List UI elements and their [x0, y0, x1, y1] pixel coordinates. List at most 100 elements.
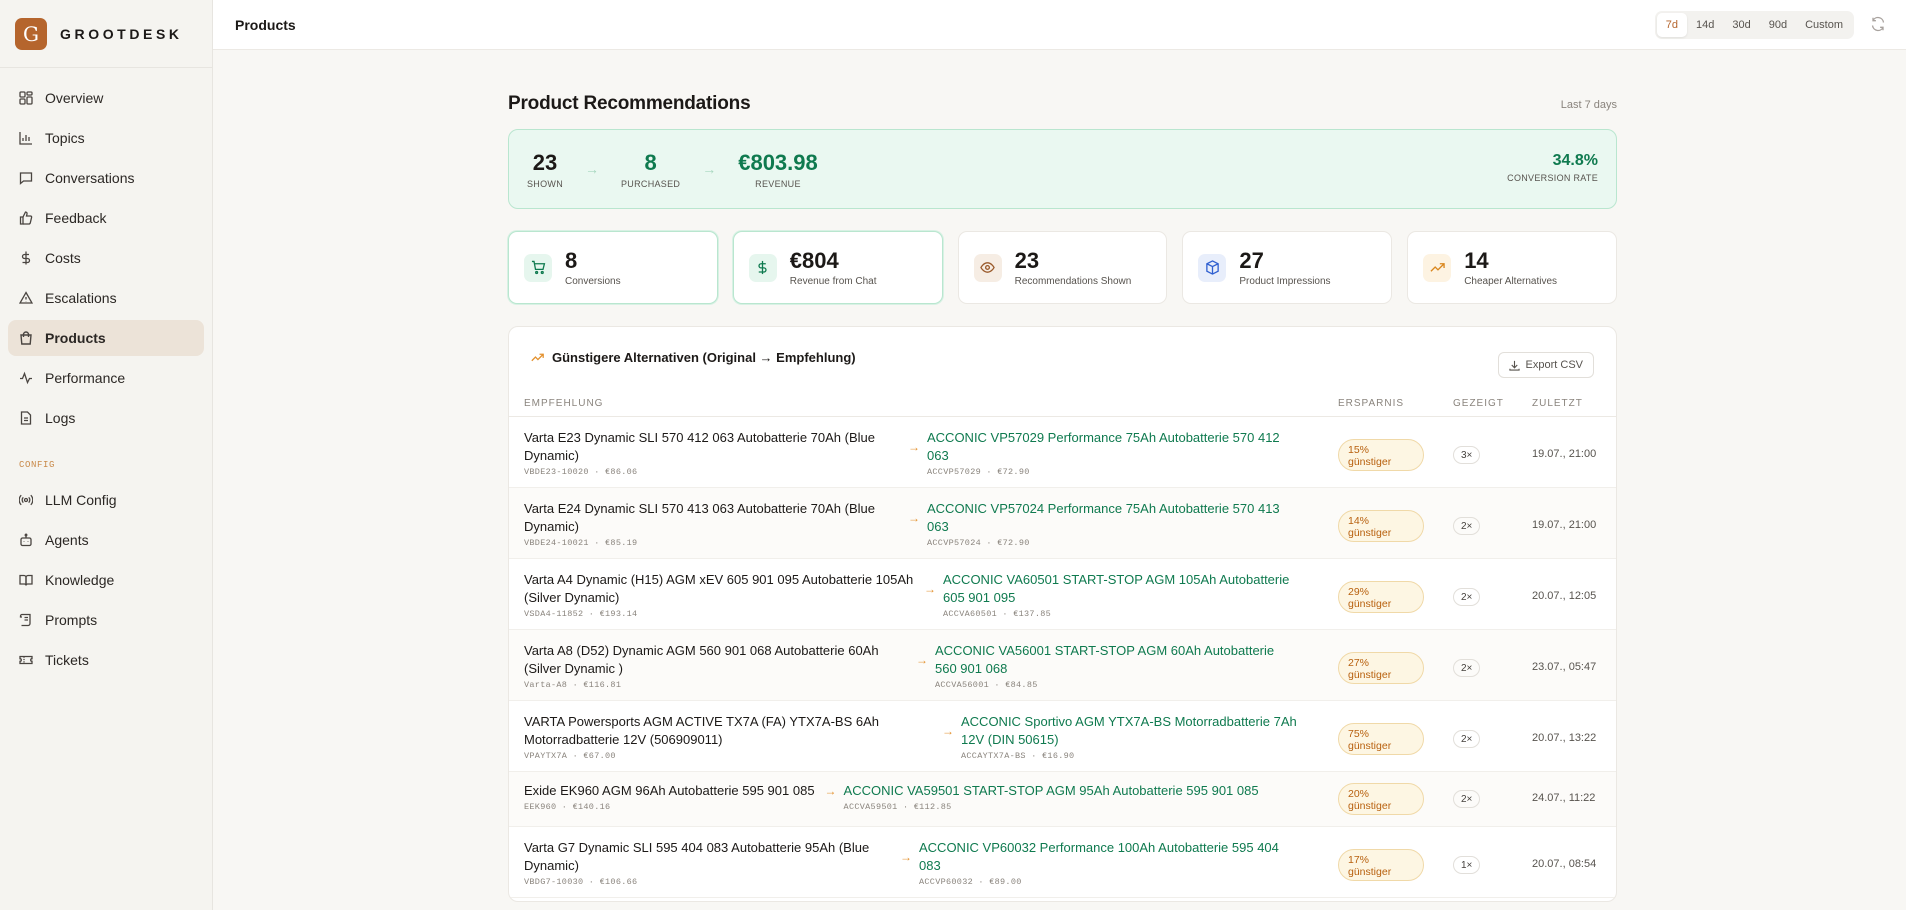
last-shown: 20.07., 08:54 [1532, 858, 1597, 870]
brand-name: GROOTDESK [60, 25, 183, 42]
sidebar-item-prompts[interactable]: Prompts [8, 602, 204, 638]
sidebar-item-overview[interactable]: Overview [8, 80, 204, 116]
table-row[interactable]: VARTA Powersports AGM ACTIVE TX7A (FA) Y… [509, 701, 1616, 772]
sidebar-item-label: Conversations [45, 170, 135, 186]
card-header: Günstigere Alternativen (Original → Empf… [509, 327, 1616, 387]
recommended-name[interactable]: ACCONIC VA56001 START-STOP AGM 60Ah Auto… [935, 642, 1295, 678]
range-7d-button[interactable]: 7d [1656, 13, 1688, 37]
table-row[interactable]: Varta A8 (D52) Dynamic AGM 560 901 068 A… [509, 630, 1616, 701]
arrow-right-icon: → [916, 653, 928, 667]
original-product: Varta A4 Dynamic (H15) AGM xEV 605 901 0… [524, 571, 914, 619]
sidebar-item-llm-config[interactable]: LLM Config [8, 482, 204, 518]
recommended-name[interactable]: ACCONIC VP60032 Performance 100Ah Autoba… [919, 839, 1294, 875]
bag-icon [19, 331, 33, 345]
nav-section-config: CONFIG [19, 460, 56, 470]
savings-badge: 17% günstiger [1338, 849, 1424, 881]
dollar-icon [748, 253, 777, 282]
savings-word: günstiger [1348, 598, 1392, 610]
savings-badge: 29% günstiger [1338, 581, 1424, 613]
original-product: VARTA Powersports AGM ACTIVE TX7A (FA) Y… [524, 713, 932, 761]
sidebar-item-label: Knowledge [45, 572, 115, 588]
table-row[interactable]: Varta E24 Dynamic SLI 570 413 063 Autoba… [509, 488, 1616, 559]
sidebar-item-escalations[interactable]: Escalations [8, 280, 204, 316]
range-90d-button[interactable]: 90d [1760, 13, 1796, 37]
conversion-rate-label: CONVERSION RATE [1507, 173, 1598, 183]
shown-count: 2× [1453, 517, 1481, 535]
kpi-label: Cheaper Alternatives [1464, 275, 1558, 287]
recommended-name[interactable]: ACCONIC VP57024 Performance 75Ah Autobat… [927, 500, 1287, 536]
column-header[interactable]: ZULETZT [1532, 398, 1583, 409]
sidebar-item-performance[interactable]: Performance [8, 360, 204, 396]
recommended-product: ACCONIC VP57024 Performance 75Ah Autobat… [927, 500, 1287, 548]
main-content: Product Recommendations Last 7 days 23 S… [508, 50, 1617, 902]
trend-icon [531, 351, 544, 364]
savings-percent: 15% [1348, 444, 1370, 456]
range-custom-button[interactable]: Custom [1796, 13, 1852, 37]
original-product: Varta E24 Dynamic SLI 570 413 063 Autoba… [524, 500, 898, 548]
scroll-icon [19, 613, 33, 627]
funnel-purchased-label: PURCHASED [621, 178, 681, 189]
last-shown: 20.07., 12:05 [1532, 590, 1597, 602]
range-30d-button[interactable]: 30d [1723, 13, 1759, 37]
recommended-name[interactable]: ACCONIC Sportivo AGM YTX7A-BS Motorradba… [961, 713, 1301, 749]
kpi-label: Product Impressions [1239, 275, 1331, 287]
kpi-row: 8 Conversions €804 Revenue from Chat 23 Rec… [508, 231, 1617, 304]
range-14d-button[interactable]: 14d [1687, 13, 1723, 37]
arrow-right-icon: → [908, 440, 920, 454]
original-sku-price: Varta-A8 · €116.81 [524, 680, 622, 690]
savings-percent: 14% [1348, 515, 1370, 527]
table-row[interactable]: Exide EK960 AGM 96Ah Autobatterie 595 90… [509, 772, 1616, 827]
table-row[interactable]: Varta G7 Dynamic SLI 595 404 083 Autobat… [509, 827, 1616, 898]
savings-word: günstiger [1348, 866, 1392, 878]
arrow-right-icon: → [702, 161, 717, 177]
savings-word: günstiger [1348, 456, 1392, 468]
topbar: Products 7d 14d 30d 90d Custom [213, 0, 1906, 50]
recommended-product: ACCONIC VP57029 Performance 75Ah Autobat… [927, 429, 1287, 477]
savings-word: günstiger [1348, 527, 1392, 539]
kpi-label: Revenue from Chat [789, 275, 877, 287]
eye-icon [973, 253, 1002, 282]
savings-badge: 15% günstiger [1338, 439, 1424, 471]
sidebar-item-agents[interactable]: Agents [8, 522, 204, 558]
savings-word: günstiger [1348, 740, 1392, 752]
brand[interactable]: G GROOTDESK [0, 0, 212, 68]
column-header[interactable]: ERSPARNIS [1338, 398, 1404, 409]
funnel-revenue-value: €803.98 [738, 149, 818, 175]
original-product: Varta A8 (D52) Dynamic AGM 560 901 068 A… [524, 642, 906, 690]
sidebar-item-label: LLM Config [45, 492, 117, 508]
sidebar-item-topics[interactable]: Topics [8, 120, 204, 156]
table-row[interactable]: Varta E23 Dynamic SLI 570 412 063 Autoba… [509, 417, 1616, 488]
refresh-icon[interactable] [1870, 16, 1886, 32]
table-row[interactable]: Varta A4 Dynamic (H15) AGM xEV 605 901 0… [509, 559, 1616, 630]
sidebar-item-knowledge[interactable]: Knowledge [8, 562, 204, 598]
book-icon [19, 573, 33, 587]
original-sku-price: VSDA4-11852 · €193.14 [524, 609, 638, 619]
kpi-value: 14 [1464, 247, 1489, 273]
original-sku-price: EEK960 · €140.16 [524, 802, 611, 812]
range-selector: 7d 14d 30d 90d Custom [1654, 11, 1854, 39]
column-header[interactable]: GEZEIGT [1453, 398, 1504, 409]
sidebar-item-tickets[interactable]: Tickets [8, 642, 204, 678]
sidebar-item-conversations[interactable]: Conversations [8, 160, 204, 196]
column-header[interactable]: EMPFEHLUNG [524, 398, 603, 409]
shown-count: 2× [1453, 730, 1481, 748]
kpi-value: €804 [789, 247, 839, 273]
kpi-recommendations-shown: 23 Recommendations Shown [957, 231, 1168, 304]
arrow-right-icon: → [585, 161, 599, 177]
file-icon [19, 411, 33, 425]
sidebar-item-products[interactable]: Products [8, 320, 204, 356]
recommended-name[interactable]: ACCONIC VP57029 Performance 75Ah Autobat… [927, 429, 1287, 465]
recommended-name[interactable]: ACCONIC VA59501 START-STOP AGM 95Ah Auto… [844, 782, 1304, 800]
kpi-value: 23 [1014, 247, 1040, 273]
arrow-right-icon: → [942, 724, 954, 738]
sidebar-item-logs[interactable]: Logs [8, 400, 204, 436]
recommended-name[interactable]: ACCONIC VA60501 START-STOP AGM 105Ah Aut… [943, 571, 1303, 607]
sidebar-item-costs[interactable]: Costs [8, 240, 204, 276]
last-shown: 19.07., 21:00 [1532, 519, 1597, 531]
shown-count: 2× [1453, 659, 1481, 677]
export-csv-button[interactable]: Export CSV [1497, 352, 1594, 378]
funnel-shown-label: SHOWN [527, 178, 563, 189]
sidebar-item-feedback[interactable]: Feedback [8, 200, 204, 236]
recommended-sku-price: ACCVA56001 · €84.85 [935, 680, 1038, 690]
original-sku-price: VBDG7-10030 · €106.66 [524, 877, 638, 887]
